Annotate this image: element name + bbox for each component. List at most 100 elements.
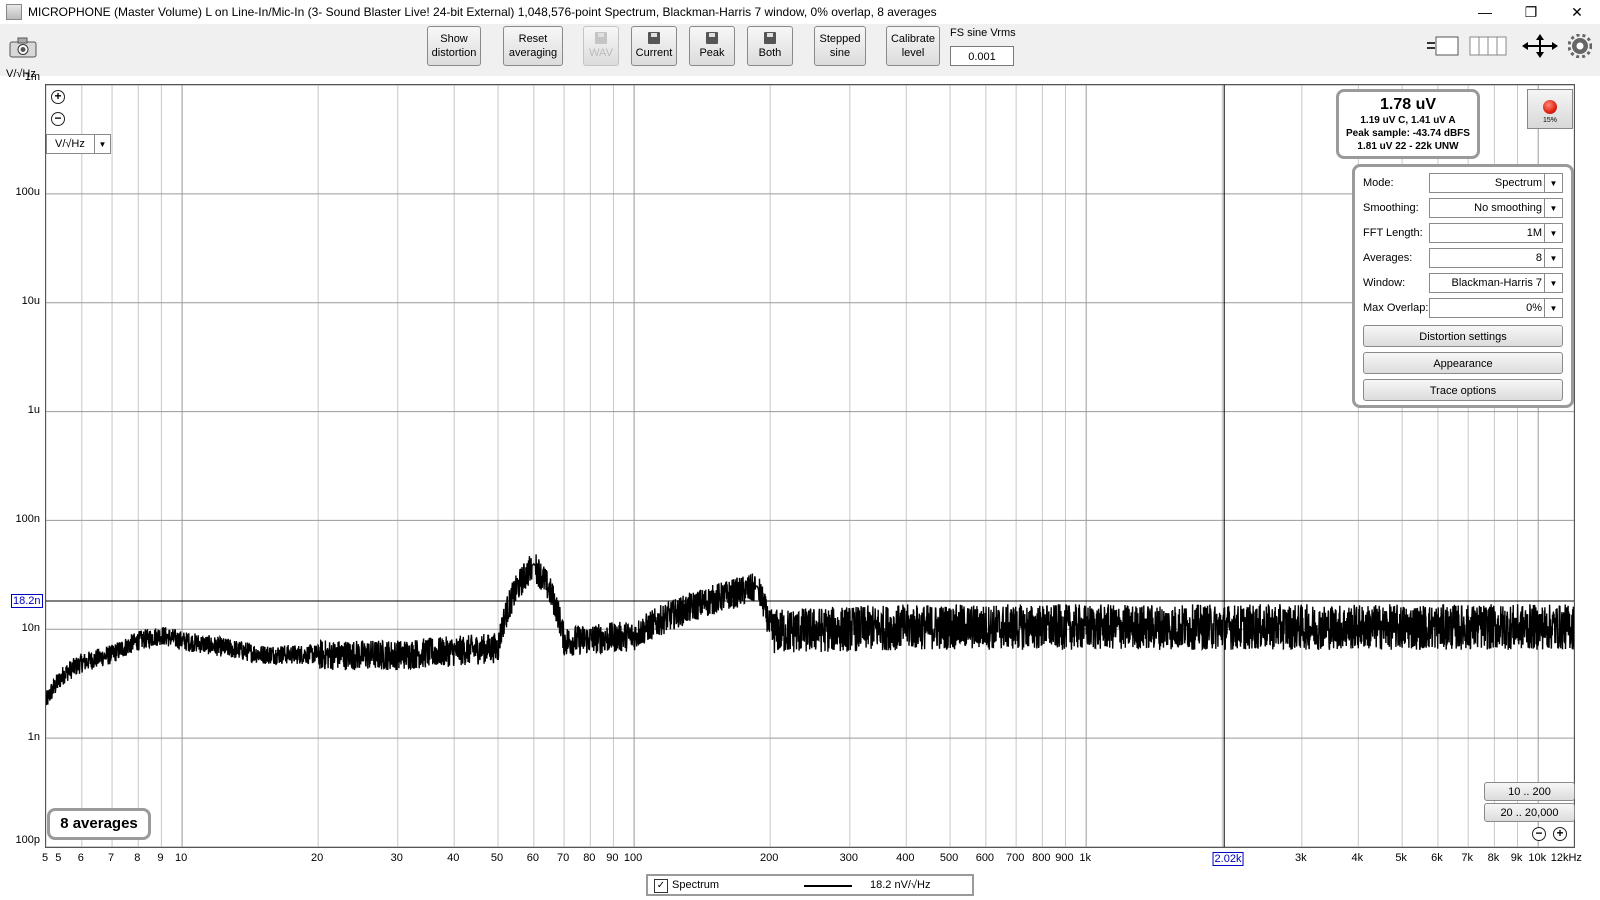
x-tick-label: 10k: [1528, 852, 1547, 864]
x-tick-label: 6: [77, 852, 84, 864]
x-tick-label: 500: [939, 852, 959, 864]
x-tick-label: 80: [583, 852, 596, 864]
record-icon: [1543, 100, 1557, 114]
zoom-in-icon[interactable]: +: [51, 90, 65, 104]
averages-select[interactable]: 8 ▼: [1429, 248, 1563, 268]
x-tick-label: 70: [556, 852, 570, 864]
wav-button[interactable]: WAV: [583, 26, 619, 66]
x-tick-label: 600: [975, 852, 995, 864]
x-tick-label: 9: [157, 852, 164, 864]
title-bar: MICROPHONE (Master Volume) L on Line-In/…: [0, 0, 1600, 24]
x-tick-label: 1k: [1079, 852, 1091, 864]
fs-sine-input[interactable]: 0.001: [950, 46, 1014, 66]
fft-length-select[interactable]: 1M ▼: [1429, 223, 1563, 243]
legend-cursor-value: 18.2 nV/√Hz: [870, 879, 931, 891]
save-icon: [648, 32, 660, 44]
x-tick-label: 8: [134, 852, 141, 864]
readout-main: 1.78 uV: [1379, 96, 1437, 113]
x-tick-label: 12kHz: [1550, 852, 1582, 864]
averages-row: Averages: 8 ▼: [1363, 248, 1567, 268]
settings-panel: Mode: Spectrum ▼ Smoothing: No smoothing ▼…: [1352, 164, 1574, 408]
chevron-down-icon: ▼: [1544, 274, 1562, 292]
x-zoom-in-icon[interactable]: +: [1553, 827, 1567, 841]
x-tick-label: 4k: [1351, 852, 1364, 864]
x-tick-label: 10: [174, 852, 188, 864]
x-tick-label: 5: [41, 852, 49, 864]
legend: ✓ Spectrum 18.2 nV/√Hz: [646, 874, 974, 896]
minimize-button[interactable]: —: [1462, 0, 1508, 24]
chevron-down-icon: ▼: [1544, 224, 1562, 242]
cpu-percent: 15%: [1542, 117, 1557, 124]
x-tick-label: 40: [447, 852, 460, 864]
trace-options-button[interactable]: Trace options: [1363, 379, 1563, 401]
chevron-down-icon: ▼: [1544, 174, 1562, 192]
legend-series-name: Spectrum: [672, 879, 720, 891]
readout-weighted: 1.19 uV C, 1.41 uV A: [1360, 115, 1456, 126]
fs-sine-label: FS sine Vrms: [950, 27, 1016, 39]
y-tick-label: 100u: [15, 186, 40, 198]
y-tick-label: 1m: [24, 71, 40, 83]
show-distortion-button[interactable]: Show distortion: [427, 26, 481, 66]
columns-icon[interactable]: [1468, 34, 1508, 58]
app-icon: [6, 4, 22, 20]
x-zoom-out-icon[interactable]: −: [1532, 827, 1546, 841]
camera-icon[interactable]: [8, 36, 38, 58]
spectrum-checkbox[interactable]: ✓: [654, 879, 668, 893]
unit-select[interactable]: V/√Hz ▼: [46, 134, 111, 154]
y-tick-label: 1u: [27, 404, 40, 416]
x-tick-label: 300: [839, 852, 858, 864]
x-tick-label: 6k: [1431, 852, 1443, 864]
averages-badge: 8 averages: [47, 808, 151, 840]
max-overlap-select[interactable]: 0% ▼: [1429, 298, 1563, 318]
y-tick-label: 100n: [15, 513, 40, 525]
chevron-down-icon: ▼: [94, 135, 110, 153]
maximize-button[interactable]: ❐: [1508, 0, 1554, 24]
x-tick-label: 200: [760, 852, 779, 864]
layout-panel-icon[interactable]: [1424, 34, 1460, 58]
x-tick-label: 30: [390, 852, 403, 864]
x-tick-label: 800: [1032, 852, 1051, 864]
save-current-button[interactable]: Current: [631, 26, 677, 66]
x-tick-label: 900: [1055, 852, 1074, 864]
fft-length-row: FFT Length: 1M ▼: [1363, 223, 1567, 243]
mode-row: Mode: Spectrum ▼: [1363, 173, 1567, 193]
stepped-sine-button[interactable]: Stepped sine: [814, 26, 866, 66]
mode-select[interactable]: Spectrum ▼: [1429, 173, 1563, 193]
y-tick-label: 10u: [21, 295, 40, 307]
chevron-down-icon: ▼: [1544, 299, 1562, 317]
x-tick-label: 100: [623, 852, 643, 864]
x-tick-label: 20: [311, 852, 324, 864]
x-tick-label: 700: [1005, 852, 1025, 864]
window-row: Window: Blackman-Harris 7 ▼: [1363, 273, 1567, 293]
expand-arrows-icon[interactable]: [1520, 34, 1560, 58]
y-tick-label: 10n: [21, 622, 40, 634]
save-both-button[interactable]: Both: [747, 26, 793, 66]
reset-averaging-button[interactable]: Reset averaging: [503, 26, 563, 66]
window-title: MICROPHONE (Master Volume) L on Line-In/…: [28, 5, 937, 19]
smoothing-select[interactable]: No smoothing ▼: [1429, 198, 1563, 218]
y-tick-label: 1n: [27, 731, 40, 743]
record-button[interactable]: 15%: [1527, 89, 1573, 129]
appearance-button[interactable]: Appearance: [1363, 352, 1563, 374]
close-button[interactable]: ✕: [1554, 0, 1600, 24]
range-20-20000-button[interactable]: 20 .. 20,000: [1484, 803, 1575, 822]
distortion-settings-button[interactable]: Distortion settings: [1363, 325, 1563, 347]
x-tick-label: 3k: [1295, 852, 1307, 864]
x-tick-label: 5k: [1395, 852, 1407, 864]
calibrate-level-button[interactable]: Calibrate level: [886, 26, 940, 66]
max-overlap-row: Max Overlap: 0% ▼: [1363, 298, 1567, 318]
x-tick-label: 8k: [1487, 852, 1500, 864]
save-peak-button[interactable]: Peak: [689, 26, 735, 66]
range-10-200-button[interactable]: 10 .. 200: [1484, 782, 1575, 801]
readout-unweighted: 1.81 uV 22 - 22k UNW: [1357, 141, 1459, 152]
y-tick-label: 100p: [15, 834, 40, 846]
gear-icon[interactable]: [1568, 34, 1592, 58]
window-select[interactable]: Blackman-Harris 7 ▼: [1429, 273, 1563, 293]
legend-line-swatch: [804, 885, 852, 887]
plot-area[interactable]: [45, 84, 1575, 848]
zoom-out-icon[interactable]: −: [51, 112, 65, 126]
x-tick-label: 400: [896, 852, 915, 864]
save-icon: [764, 32, 776, 44]
cursor-x-label: 2.02k: [1212, 852, 1244, 866]
x-tick-label: 90: [606, 852, 619, 864]
